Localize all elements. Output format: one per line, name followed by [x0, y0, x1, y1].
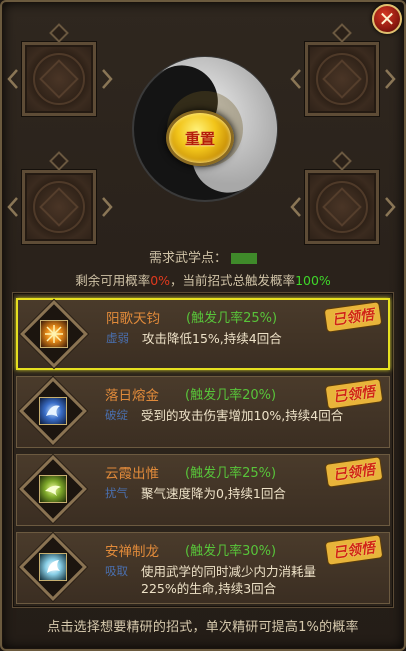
skill-type: 破绽 — [105, 408, 128, 422]
skill-type: 扰气 — [105, 486, 128, 500]
chevron-left-icon — [7, 68, 19, 90]
skill-type: 虚弱 — [106, 331, 129, 345]
dragon-icon — [39, 397, 67, 425]
prob-total: 100% — [295, 273, 331, 288]
chevron-right-icon — [384, 196, 396, 218]
ornament-diamond — [49, 151, 69, 171]
ornament-diamond — [332, 151, 352, 171]
empty-slot-bottom-right[interactable] — [305, 170, 379, 244]
learned-badge: 已领悟 — [324, 302, 382, 332]
prob-middle: ，当前招式总触发概率 — [170, 273, 296, 288]
requirement-value-bar — [231, 253, 257, 264]
twin-dragon-icon — [39, 475, 67, 503]
reset-label: 重置 — [184, 129, 215, 148]
skill-row[interactable]: 安禅制龙 (触发几率30%) 吸取 使用武学的同时减少内力消耗量225%的生命,… — [16, 532, 390, 604]
learned-badge: 已领悟 — [325, 379, 383, 409]
prob-prefix: 剩余可用概率 — [75, 273, 151, 288]
skill-desc: 受到的攻击伤害增加10%,持续4回合 — [141, 408, 344, 423]
skill-type: 吸取 — [105, 564, 128, 578]
skill-name: 阳歌天钧 — [106, 311, 160, 327]
skill-row[interactable]: 落日熔金 (触发几率20%) 破绽 受到的攻击伤害增加10%,持续4回合 已领悟 — [16, 376, 390, 448]
learned-badge: 已领悟 — [325, 535, 383, 565]
skill-name: 安禅制龙 — [105, 544, 159, 560]
footer-hint: 点击选择想要精研的招式，单次精研可提高1%的概率 — [47, 620, 359, 635]
prob-remaining: 0% — [150, 273, 171, 288]
chevron-left-icon — [290, 68, 302, 90]
learned-badge: 已领悟 — [325, 457, 383, 487]
skill-name: 落日熔金 — [105, 388, 159, 404]
skill-rate: (触发几率30%) — [185, 544, 277, 559]
white-dragon-icon — [39, 553, 67, 581]
skill-desc: 攻击降低15%,持续4回合 — [142, 331, 282, 346]
chevron-left-icon — [7, 196, 19, 218]
close-icon: ✕ — [378, 7, 396, 31]
requirement-line: 需求武学点： — [2, 247, 404, 266]
chevron-left-icon — [290, 196, 302, 218]
probability-line: 剩余可用概率0%，当前招式总触发概率100% — [2, 270, 404, 289]
skill-desc: 聚气速度降为0,持续1回合 — [141, 486, 286, 501]
ornament-diamond — [49, 23, 69, 43]
skill-rate: (触发几率25%) — [185, 466, 277, 481]
close-button[interactable]: ✕ — [372, 4, 402, 34]
skill-rate: (触发几率25%) — [186, 311, 278, 326]
skill-desc: 使用武学的同时减少内力消耗量225%的生命,持续3回合 — [141, 564, 317, 596]
skill-panel: ✕ 重置 需求武学点： 剩余可用概率0%，当前招式总触发概率100% 阳歌天钧 … — [0, 0, 406, 651]
empty-slot-top-left[interactable] — [22, 42, 96, 116]
chevron-right-icon — [101, 196, 113, 218]
skill-rate: (触发几率20%) — [185, 388, 277, 403]
chevron-right-icon — [101, 68, 113, 90]
skill-name: 云霞出惟 — [105, 466, 159, 482]
requirement-label: 需求武学点： — [148, 251, 227, 266]
reset-button[interactable]: 重置 — [166, 110, 234, 166]
skill-row[interactable]: 阳歌天钧 (触发几率25%) 虚弱 攻击降低15%,持续4回合 已领悟 — [16, 298, 390, 370]
empty-slot-top-right[interactable] — [305, 42, 379, 116]
skill-row[interactable]: 云霞出惟 (触发几率25%) 扰气 聚气速度降为0,持续1回合 已领悟 — [16, 454, 390, 526]
chevron-right-icon — [384, 68, 396, 90]
ornament-diamond — [332, 23, 352, 43]
empty-slot-bottom-left[interactable] — [22, 170, 96, 244]
sun-burst-icon — [40, 320, 68, 348]
